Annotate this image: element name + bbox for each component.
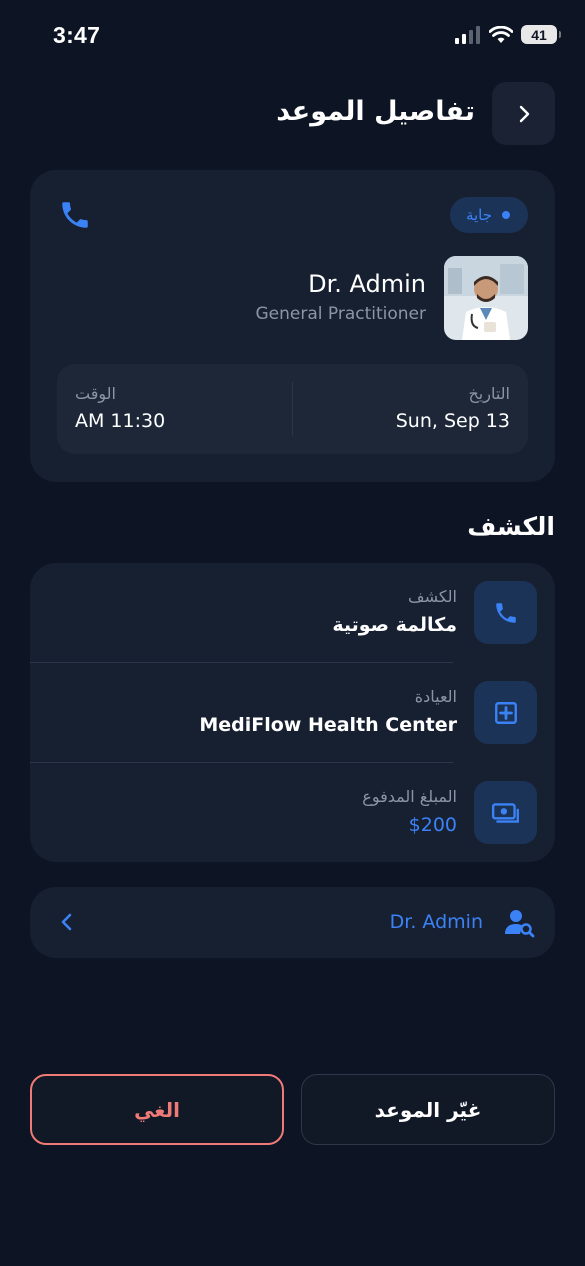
doctor-avatar bbox=[444, 256, 528, 340]
status-bar: 3:47 41 bbox=[0, 0, 585, 72]
payment-icon-tile bbox=[474, 781, 537, 844]
detail-value: $200 bbox=[408, 814, 457, 836]
user-search-icon bbox=[505, 910, 535, 938]
detail-label: المبلغ المدفوع bbox=[362, 787, 457, 806]
phone-call-icon[interactable] bbox=[58, 198, 92, 232]
signal-icon bbox=[455, 25, 480, 44]
detail-row-payment: المبلغ المدفوع $200 bbox=[30, 763, 555, 863]
detail-value: مكالمة صوتية bbox=[332, 614, 457, 636]
date-label: التاريخ bbox=[468, 384, 510, 403]
status-badge-label: جاية bbox=[465, 206, 492, 224]
reschedule-button[interactable]: غيّر الموعد bbox=[301, 1074, 555, 1145]
details-card: الكشف مكالمة صوتية العيادة MediFlow Heal… bbox=[30, 563, 555, 862]
detail-row-consultation: الكشف مكالمة صوتية bbox=[30, 563, 555, 663]
cancel-button[interactable]: الغي bbox=[30, 1074, 284, 1145]
date-time-box: التاريخ Sun, Sep 13 الوقت AM 11:30 bbox=[57, 364, 528, 454]
back-button[interactable] bbox=[492, 82, 555, 145]
doctor-name: Dr. Admin bbox=[308, 270, 426, 298]
page-title: تفاصيل الموعد bbox=[276, 96, 475, 127]
date-time-divider bbox=[292, 382, 293, 436]
status-time: 3:47 bbox=[53, 22, 101, 48]
battery-icon: 41 bbox=[521, 25, 561, 44]
clinic-icon-tile bbox=[474, 681, 537, 744]
cash-icon bbox=[491, 802, 519, 823]
battery-level: 41 bbox=[531, 26, 547, 43]
status-badge: جاية bbox=[449, 197, 528, 233]
appointment-card: جاية Dr. Admin General Practitioner التا… bbox=[30, 170, 555, 482]
status-dot bbox=[502, 211, 510, 219]
time-label: الوقت bbox=[75, 384, 116, 403]
date-value: Sun, Sep 13 bbox=[395, 410, 510, 432]
medical-plus-icon bbox=[494, 701, 517, 724]
chevron-right-icon bbox=[519, 105, 529, 122]
time-value: AM 11:30 bbox=[75, 410, 166, 432]
consultation-icon-tile bbox=[474, 581, 537, 644]
detail-row-clinic: العيادة MediFlow Health Center bbox=[30, 663, 555, 763]
detail-label: العيادة bbox=[414, 687, 457, 706]
doctor-link-name: Dr. Admin bbox=[389, 911, 483, 933]
doctor-specialty: General Practitioner bbox=[255, 304, 426, 324]
chevron-left-icon bbox=[61, 913, 72, 931]
doctor-profile-link[interactable]: Dr. Admin bbox=[30, 887, 555, 958]
phone-icon bbox=[495, 602, 516, 623]
header: تفاصيل الموعد bbox=[0, 82, 585, 146]
status-icons: 41 bbox=[455, 25, 561, 44]
section-title: الكشف bbox=[467, 512, 555, 541]
wifi-icon bbox=[489, 25, 513, 43]
detail-label: الكشف bbox=[408, 587, 457, 606]
detail-value: MediFlow Health Center bbox=[199, 714, 457, 736]
